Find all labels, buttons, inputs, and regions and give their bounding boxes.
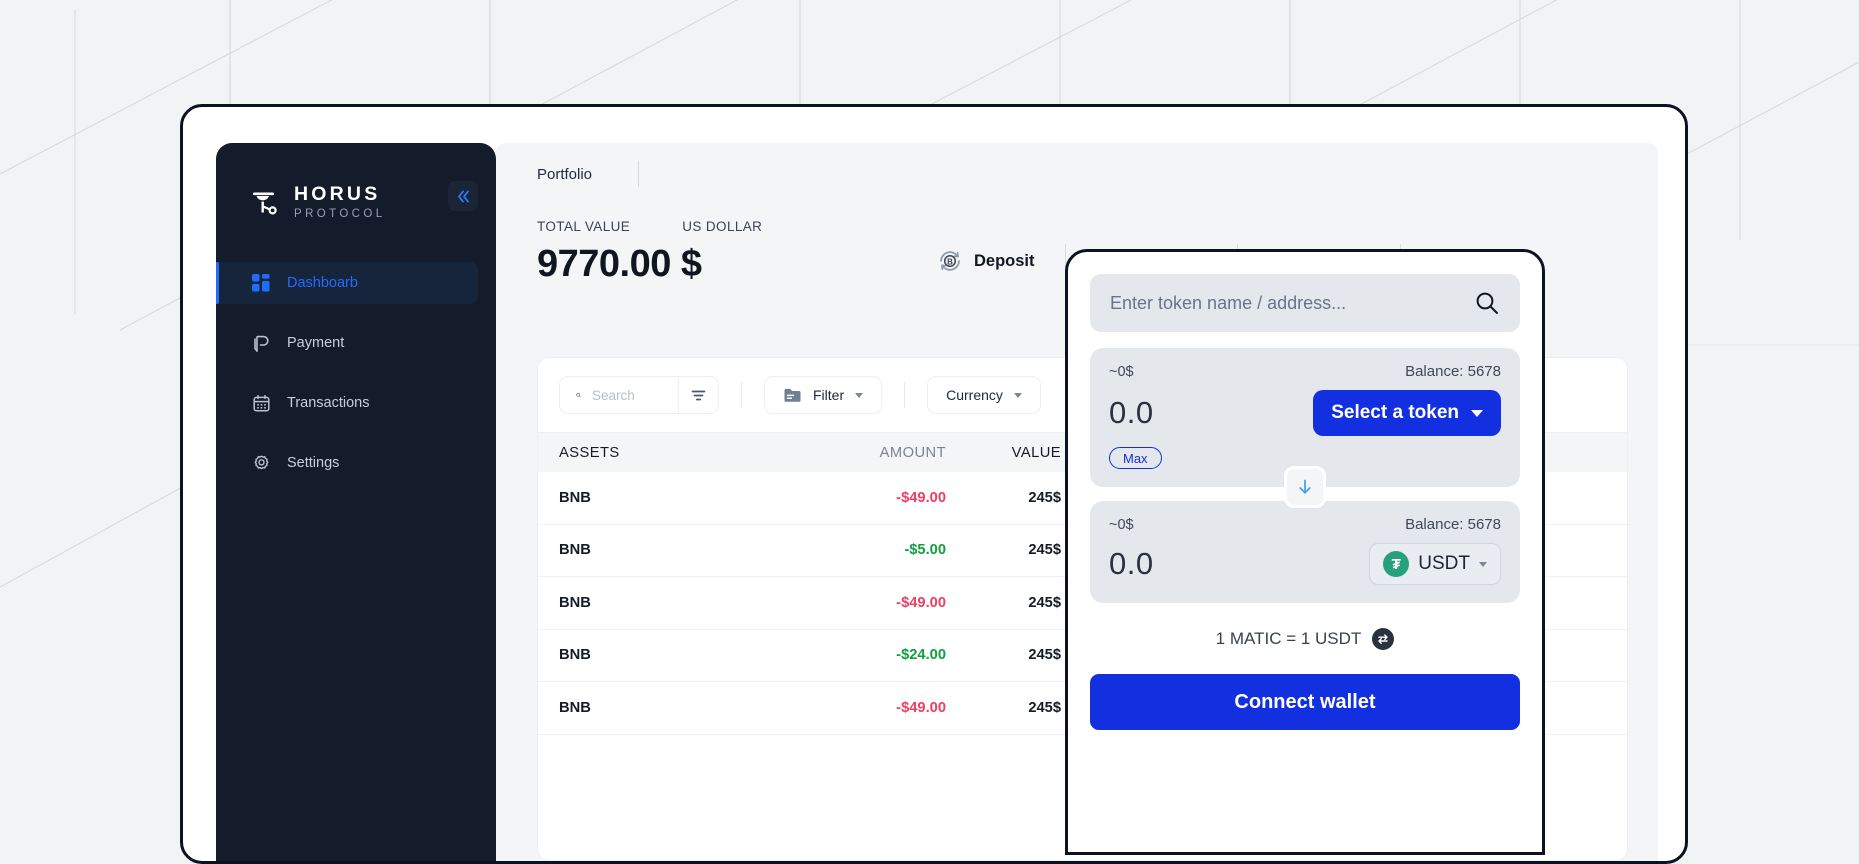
sidebar-item-dashboard[interactable]: Dashboarb bbox=[216, 262, 478, 304]
to-approx-value: ~0$ bbox=[1109, 516, 1134, 533]
svg-text:B: B bbox=[947, 257, 953, 266]
swap-panel: ~0$ Balance: 5678 0.0 Select a token Max… bbox=[1065, 249, 1545, 855]
cell-amount: -$5.00 bbox=[904, 542, 946, 559]
cell-value: 245$ bbox=[1028, 699, 1061, 716]
swap-direction-button[interactable] bbox=[1284, 466, 1326, 508]
filter-dropdown[interactable]: Filter bbox=[764, 376, 883, 414]
currency-dropdown-label: Currency bbox=[946, 387, 1003, 403]
cell-asset: BNB bbox=[559, 489, 591, 506]
search-icon[interactable] bbox=[1474, 290, 1500, 316]
sidebar: HORUS PROTOCOL Dashboarb Payment Transac… bbox=[216, 143, 496, 861]
cell-amount: -$49.00 bbox=[896, 489, 946, 506]
cell-asset: BNB bbox=[559, 647, 591, 664]
column-header-value: VALUE bbox=[1011, 444, 1061, 461]
swap-to-box: ~0$ Balance: 5678 0.0 ₮ USDT bbox=[1090, 501, 1520, 603]
search-box[interactable] bbox=[560, 387, 678, 403]
cell-amount: -$49.00 bbox=[896, 594, 946, 611]
to-amount-input[interactable]: 0.0 bbox=[1109, 546, 1154, 582]
chevron-down-icon bbox=[1013, 392, 1022, 398]
cell-asset: BNB bbox=[559, 699, 591, 716]
filter-lines-button[interactable] bbox=[678, 376, 718, 414]
toolbar-divider bbox=[741, 382, 742, 408]
to-token-dropdown[interactable]: ₮ USDT bbox=[1369, 543, 1501, 585]
max-button[interactable]: Max bbox=[1109, 447, 1162, 469]
dashboard-icon bbox=[251, 273, 271, 293]
sidebar-item-settings[interactable]: Settings bbox=[216, 442, 478, 484]
cell-asset: BNB bbox=[559, 542, 591, 559]
folder-icon bbox=[784, 388, 801, 402]
sidebar-item-label: Dashboarb bbox=[287, 275, 358, 291]
cell-value: 245$ bbox=[1028, 489, 1061, 506]
page-title: Portfolio bbox=[537, 165, 593, 183]
exchange-rate-row: 1 MATIC = 1 USDT bbox=[1090, 628, 1520, 650]
chevron-down-icon bbox=[855, 392, 864, 398]
sidebar-item-label: Transactions bbox=[287, 395, 370, 411]
to-token-label: USDT bbox=[1418, 553, 1470, 574]
swap-horizontal-icon[interactable] bbox=[1372, 628, 1395, 650]
from-amount-input[interactable]: 0.0 bbox=[1109, 395, 1154, 431]
search-input[interactable] bbox=[592, 387, 662, 403]
breadcrumb-divider bbox=[638, 161, 640, 187]
total-value-amount: 9770.00 $ bbox=[537, 243, 702, 285]
gear-icon bbox=[251, 453, 271, 473]
sidebar-nav: Dashboarb Payment Transactions Settings bbox=[216, 262, 496, 484]
chevron-down-icon bbox=[1471, 409, 1483, 417]
sidebar-item-label: Settings bbox=[287, 455, 340, 471]
filter-lines-icon bbox=[691, 390, 706, 400]
sidebar-item-payment[interactable]: Payment bbox=[216, 322, 478, 364]
sidebar-collapse-button[interactable] bbox=[448, 181, 478, 211]
to-balance: Balance: 5678 bbox=[1405, 516, 1501, 533]
chevrons-left-icon bbox=[457, 190, 469, 202]
token-search-input[interactable] bbox=[1110, 292, 1470, 314]
select-token-button[interactable]: Select a token bbox=[1313, 390, 1501, 436]
chevron-down-icon bbox=[1479, 561, 1487, 567]
arrow-down-icon bbox=[1299, 479, 1311, 494]
connect-wallet-button[interactable]: Connect wallet bbox=[1090, 674, 1520, 730]
payment-icon bbox=[251, 333, 271, 353]
total-value-label: TOTAL VALUE bbox=[537, 219, 631, 234]
select-token-label: Select a token bbox=[1331, 402, 1459, 423]
cell-asset: BNB bbox=[559, 594, 591, 611]
tether-icon: ₮ bbox=[1383, 551, 1410, 577]
token-search-box[interactable] bbox=[1090, 274, 1520, 332]
brand-name: HORUS bbox=[294, 183, 381, 205]
cell-value: 245$ bbox=[1028, 647, 1061, 664]
search-group bbox=[559, 376, 719, 414]
search-icon bbox=[576, 392, 581, 398]
cell-amount: -$49.00 bbox=[896, 699, 946, 716]
sidebar-item-label: Payment bbox=[287, 335, 345, 351]
sidebar-item-transactions[interactable]: Transactions bbox=[216, 382, 478, 424]
currency-label: US DOLLAR bbox=[682, 219, 763, 234]
cell-value: 245$ bbox=[1028, 594, 1061, 611]
swap-from-box: ~0$ Balance: 5678 0.0 Select a token Max bbox=[1090, 348, 1520, 508]
cell-value: 245$ bbox=[1028, 542, 1061, 559]
column-header-amount: AMOUNT bbox=[879, 444, 946, 461]
action-label: Deposit bbox=[974, 251, 1035, 270]
brand-subtitle: PROTOCOL bbox=[294, 207, 386, 220]
column-header-assets: ASSETS bbox=[559, 444, 620, 461]
calendar-icon bbox=[251, 393, 271, 413]
breadcrumb-bar: Portfolio bbox=[496, 143, 1658, 205]
from-approx-value: ~0$ bbox=[1109, 363, 1134, 380]
from-balance: Balance: 5678 bbox=[1405, 363, 1501, 380]
cell-amount: -$24.00 bbox=[896, 647, 946, 664]
toolbar-divider bbox=[904, 382, 906, 408]
horus-logo-icon bbox=[253, 192, 277, 214]
bitcoin-deposit-icon: B bbox=[940, 251, 960, 271]
currency-dropdown[interactable]: Currency bbox=[927, 376, 1041, 414]
filter-label: Filter bbox=[813, 387, 845, 403]
deposit-button[interactable]: B Deposit bbox=[907, 248, 1065, 274]
exchange-rate-text: 1 MATIC = 1 USDT bbox=[1215, 629, 1362, 648]
